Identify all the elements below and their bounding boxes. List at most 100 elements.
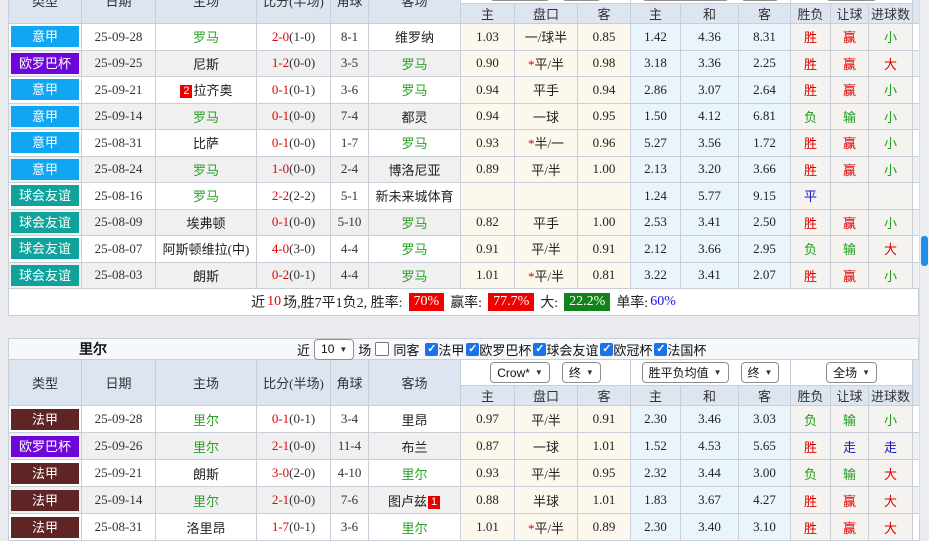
asian-away-odds: 0.96: [578, 130, 631, 157]
team-link[interactable]: 新未来城体育: [375, 189, 453, 204]
team-link[interactable]: 阿斯顿维拉(中): [163, 242, 250, 257]
team-link[interactable]: 里尔: [193, 413, 219, 428]
table-row: 意甲25-09-28罗马2-0(1-0)8-1维罗纳1.03一/球半0.851.…: [9, 24, 920, 51]
big-rate-badge: 22.2%: [564, 293, 610, 311]
result-scope-select[interactable]: 全场▼: [826, 0, 877, 1]
column-subheader: 盘口: [515, 4, 578, 24]
team-link[interactable]: 尼斯: [193, 57, 219, 72]
league-filter: ✓欧罗巴杯: [466, 340, 531, 359]
asian-odds-period-select[interactable]: 终▼: [562, 0, 601, 1]
team-link[interactable]: 罗马: [401, 136, 427, 151]
asian-away-odds: 0.95: [578, 460, 631, 487]
away-team-cell: 博洛尼亚: [369, 156, 461, 183]
team-link[interactable]: 埃弗顿: [186, 216, 225, 231]
team-link[interactable]: 罗马: [193, 163, 219, 178]
result-handicap: 赢: [831, 130, 869, 157]
asian-away-odds: 0.81: [578, 262, 631, 289]
home-team-cell: 里尔: [156, 487, 257, 514]
team-link[interactable]: 洛里昂: [186, 521, 225, 536]
result-handicap: 输: [831, 460, 869, 487]
team-link[interactable]: 里昂: [401, 413, 427, 428]
team-link[interactable]: 朗斯: [193, 467, 219, 482]
team-link[interactable]: 比萨: [193, 136, 219, 151]
europe-odds-period-select[interactable]: 终▼: [741, 362, 780, 383]
team-link[interactable]: 罗马: [401, 83, 427, 98]
league-checkbox[interactable]: ✓: [533, 343, 546, 356]
europe-odds-source-select[interactable]: 胜平负均值▼: [642, 362, 729, 383]
table-row: 球会友谊25-08-03朗斯0-2(0-1)4-4罗马1.01*平/半0.813…: [9, 262, 920, 289]
league-cell: 意甲: [9, 77, 82, 104]
table-row: 球会友谊25-08-09埃弗顿0-1(0-0)5-10罗马0.82平手1.002…: [9, 209, 920, 236]
europe-odds-period-select[interactable]: 终▼: [741, 0, 780, 1]
team-link[interactable]: 2拉齐奥: [179, 83, 232, 98]
team-link[interactable]: 罗马: [193, 189, 219, 204]
team-link[interactable]: 维罗纳: [395, 30, 434, 45]
league-checkbox[interactable]: ✓: [425, 343, 438, 356]
team-link[interactable]: 罗马: [401, 216, 427, 231]
europe-odds-source-select[interactable]: 胜平负均值▼: [642, 0, 729, 1]
league-checkbox-label: 法甲: [438, 340, 464, 359]
result-handicap: 输: [831, 236, 869, 263]
euro-draw-odds: 3.36: [681, 50, 739, 77]
table-row: 意甲25-08-24罗马1-0(0-0)2-4博洛尼亚0.89平/半1.002.…: [9, 156, 920, 183]
asian-odds-source-select[interactable]: Crow*▼: [490, 0, 550, 1]
chevron-down-icon: ▼: [535, 368, 543, 377]
result-outcome: 胜: [791, 77, 831, 104]
euro-home-odds: 1.50: [631, 103, 681, 130]
asian-home-odds: 0.97: [461, 406, 515, 433]
team-link[interactable]: 博洛尼亚: [388, 163, 440, 178]
column-header: 类型: [9, 360, 82, 406]
vertical-scrollbar[interactable]: [919, 0, 929, 520]
league-checkbox[interactable]: ✓: [654, 343, 667, 356]
home-team-cell: 罗马: [156, 24, 257, 51]
asian-odds-source-select[interactable]: Crow*▼: [490, 362, 550, 383]
away-team-cell: 图卢兹1: [369, 487, 461, 514]
asian-handicap: 平手: [515, 209, 578, 236]
asian-away-odds: 0.89: [578, 514, 631, 541]
corners-cell: 11-4: [331, 433, 369, 460]
asian-away-odds: 0.85: [578, 24, 631, 51]
asian-away-odds: 0.91: [578, 406, 631, 433]
team-link[interactable]: 图卢兹1: [388, 494, 441, 509]
team-link[interactable]: 布兰: [401, 440, 427, 455]
euro-away-odds: 2.64: [739, 77, 791, 104]
team-link[interactable]: 里尔: [193, 494, 219, 509]
team-link[interactable]: 都灵: [401, 110, 427, 125]
team-link[interactable]: 里尔: [401, 467, 427, 482]
team-link[interactable]: 罗马: [401, 269, 427, 284]
league-checkbox[interactable]: ✓: [466, 343, 479, 356]
column-subheader: 客: [739, 386, 791, 406]
roma-history-table: 类型日期主场比分(半场)角球客场Crow*▼终▼胜平负均值▼终▼全场▼主盘口客主…: [8, 0, 920, 289]
team-link[interactable]: 罗马: [401, 242, 427, 257]
section-title: 里尔: [79, 339, 107, 359]
league-checkbox[interactable]: ✓: [600, 343, 613, 356]
asian-home-odds: [461, 183, 515, 210]
scrollbar-thumb[interactable]: [921, 236, 928, 266]
euro-home-odds: 1.24: [631, 183, 681, 210]
score-cell: 2-1(0-0): [257, 487, 331, 514]
team-link[interactable]: 里尔: [193, 440, 219, 455]
team-link[interactable]: 罗马: [193, 30, 219, 45]
column-subheader: 主: [631, 4, 681, 24]
result-handicap: 走: [831, 433, 869, 460]
asian-handicap: *平/半: [515, 262, 578, 289]
handicap-win-badge: 77.7%: [488, 293, 534, 311]
corners-cell: 7-4: [331, 103, 369, 130]
games-count-select[interactable]: 10▼: [314, 339, 354, 360]
match-date: 25-08-03: [82, 262, 156, 289]
team-link[interactable]: 罗马: [401, 57, 427, 72]
same-venue-checkbox[interactable]: [375, 342, 389, 356]
euro-home-odds: 2.30: [631, 406, 681, 433]
team-link[interactable]: 里尔: [401, 521, 427, 536]
league-badge: 球会友谊: [11, 265, 79, 286]
score-cell: 2-0(1-0): [257, 24, 331, 51]
corners-cell: 8-1: [331, 24, 369, 51]
result-handicap: 赢: [831, 156, 869, 183]
team-link[interactable]: 罗马: [193, 110, 219, 125]
team-link[interactable]: 朗斯: [193, 269, 219, 284]
asian-home-odds: 0.93: [461, 460, 515, 487]
league-badge: 球会友谊: [11, 185, 79, 206]
asian-odds-period-select[interactable]: 终▼: [562, 362, 601, 383]
big-label: 大:: [540, 292, 558, 312]
result-scope-select[interactable]: 全场▼: [826, 362, 877, 383]
